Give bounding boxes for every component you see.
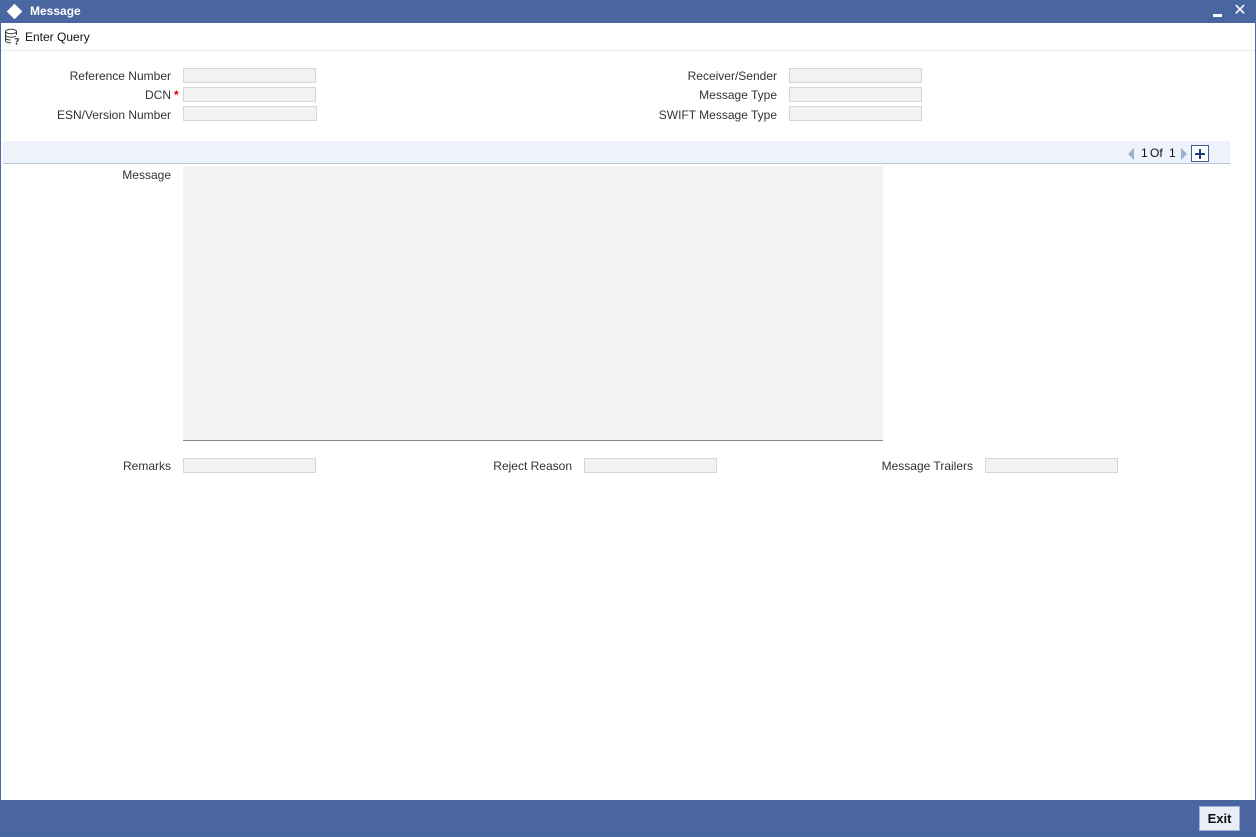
reference-number-field[interactable] [183, 68, 316, 83]
message-type-field[interactable] [789, 87, 922, 102]
exit-button[interactable]: Exit [1199, 806, 1240, 831]
minimize-icon[interactable] [1211, 4, 1225, 20]
enter-query-label: Enter Query [25, 30, 90, 44]
plus-icon[interactable] [1191, 145, 1209, 162]
esn-version-label: ESN/Version Number [56, 108, 171, 122]
message-type-label: Message Type [699, 88, 777, 102]
message-window: Message ✕ ? Enter Query Reference Number… [0, 0, 1256, 837]
reference-number-label: Reference Number [69, 69, 171, 83]
swift-message-type-label: SWIFT Message Type [658, 108, 777, 122]
window-title: Message [30, 4, 81, 18]
triangle-right-icon[interactable] [1181, 148, 1187, 160]
remarks-field[interactable] [183, 458, 316, 473]
message-textarea[interactable] [183, 166, 883, 441]
swift-message-type-field[interactable] [789, 106, 922, 121]
reject-reason-field[interactable] [584, 458, 717, 473]
title-bar: Message ✕ [1, 1, 1255, 23]
esn-version-field[interactable] [183, 106, 317, 121]
receiver-sender-field[interactable] [789, 68, 922, 83]
database-query-icon: ? [5, 28, 20, 47]
remarks-label: Remarks [122, 459, 171, 473]
required-mark: * [174, 88, 179, 102]
message-trailers-label: Message Trailers [881, 459, 973, 473]
message-label: Message [122, 168, 171, 182]
close-icon[interactable]: ✕ [1232, 2, 1248, 20]
enter-query-button[interactable]: ? Enter Query [4, 28, 90, 46]
pager-total: 1 [1169, 146, 1176, 160]
message-trailers-field[interactable] [985, 458, 1118, 473]
diamond-icon [6, 3, 23, 20]
receiver-sender-label: Receiver/Sender [687, 69, 777, 83]
svg-text:?: ? [14, 38, 19, 47]
triangle-left-icon[interactable] [1128, 148, 1134, 160]
record-navigation-band [3, 141, 1230, 164]
dcn-label: DCN [145, 88, 171, 102]
dcn-field[interactable] [183, 87, 316, 102]
reject-reason-label: Reject Reason [493, 459, 572, 473]
toolbar: ? Enter Query [1, 23, 1255, 51]
pager-of: Of [1150, 146, 1163, 160]
footer-bar [1, 800, 1255, 836]
pager-current: 1 [1141, 146, 1148, 160]
